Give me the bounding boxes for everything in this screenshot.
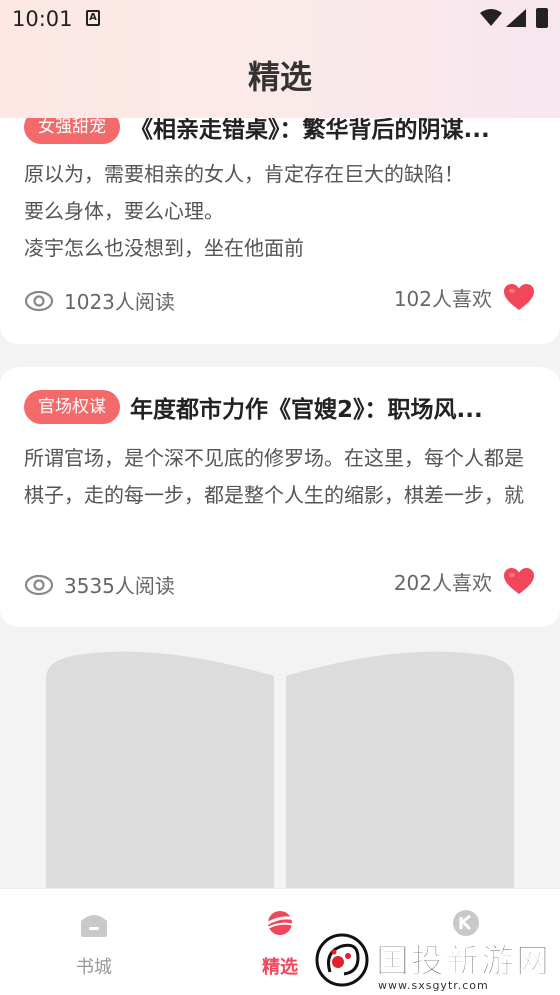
- eye-icon: [24, 290, 54, 311]
- heart-icon[interactable]: [502, 566, 536, 596]
- heart-icon[interactable]: [502, 282, 536, 312]
- read-count-text: 1023人阅读: [64, 290, 175, 314]
- a-notification-icon: A: [86, 10, 100, 26]
- planet-icon: [264, 911, 296, 935]
- eye-icon: [24, 574, 54, 595]
- article-meta: 3535人阅读 202人喜欢: [24, 568, 536, 600]
- like-count[interactable]: 102人喜欢: [394, 282, 536, 312]
- article-title[interactable]: 年度都市力作《官嫂2》：职场风...: [130, 390, 483, 424]
- battery-icon: [536, 8, 548, 28]
- card-title-row: 官场权谋 年度都市力作《官嫂2》：职场风...: [24, 390, 536, 424]
- book-placeholder-image: [46, 651, 514, 898]
- category-tag[interactable]: 官场权谋: [24, 390, 120, 424]
- site-watermark: 国投新游网 www.sxsgytr.com: [312, 930, 560, 995]
- read-count: 3535人阅读: [24, 570, 175, 599]
- like-count-text: 102人喜欢: [393, 286, 492, 311]
- watermark-url: www.sxsgytr.com: [378, 979, 489, 992]
- like-count-text: 202人喜欢: [393, 570, 492, 595]
- bookstore-icon: [81, 915, 107, 937]
- article-card[interactable]: 官场权谋 年度都市力作《官嫂2》：职场风... 所谓官场，是个深不见底的修罗场。…: [0, 367, 560, 627]
- article-description: 原以为，需要相亲的女人，肯定存在巨大的缺陷！ 要么身体，要么心理。 凌宇怎么也没…: [24, 162, 464, 260]
- page-title: 精选: [247, 58, 312, 96]
- header: 10:01 A 精选: [0, 0, 560, 118]
- tab-label: 书城: [76, 957, 112, 978]
- article-meta: 1023人阅读 102人喜欢: [24, 284, 536, 316]
- wifi-icon: [480, 9, 502, 26]
- read-count-text: 3535人阅读: [64, 574, 175, 598]
- signal-icon: [506, 9, 526, 27]
- status-bar: 10:01 A: [0, 0, 560, 38]
- watermark-text: 国投新游网: [376, 941, 551, 981]
- article-description: 所谓官场，是个深不见底的修罗场。在这里，每个人都是棋子，走的每一步，都是整个人生…: [24, 446, 524, 507]
- content-area[interactable]: 女强甜宠 《相亲走错桌》：繁华背后的阴谋... 原以为，需要相亲的女人，肯定存在…: [0, 0, 560, 995]
- like-count[interactable]: 202人喜欢: [394, 566, 536, 596]
- status-time: 10:01: [12, 7, 73, 31]
- read-count: 1023人阅读: [24, 286, 175, 315]
- tab-bookstore[interactable]: 书城: [34, 907, 154, 979]
- watermark-logo-icon: [315, 933, 369, 987]
